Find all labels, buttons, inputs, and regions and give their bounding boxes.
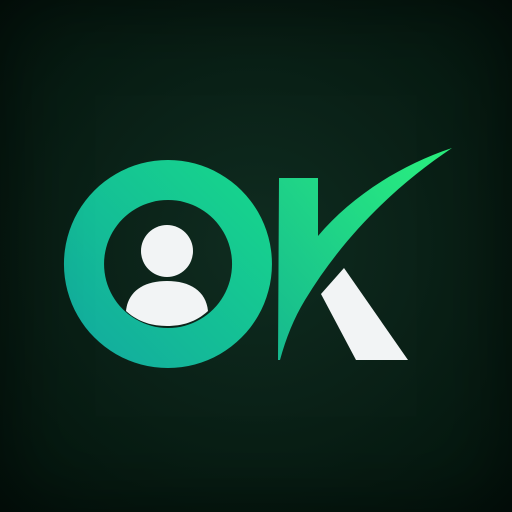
letter-k-leg bbox=[321, 268, 408, 360]
ok-logo bbox=[63, 148, 452, 368]
user-shoulders bbox=[126, 281, 208, 326]
user-head bbox=[141, 225, 193, 277]
app-icon bbox=[0, 0, 512, 512]
user-avatar-icon bbox=[126, 225, 208, 326]
